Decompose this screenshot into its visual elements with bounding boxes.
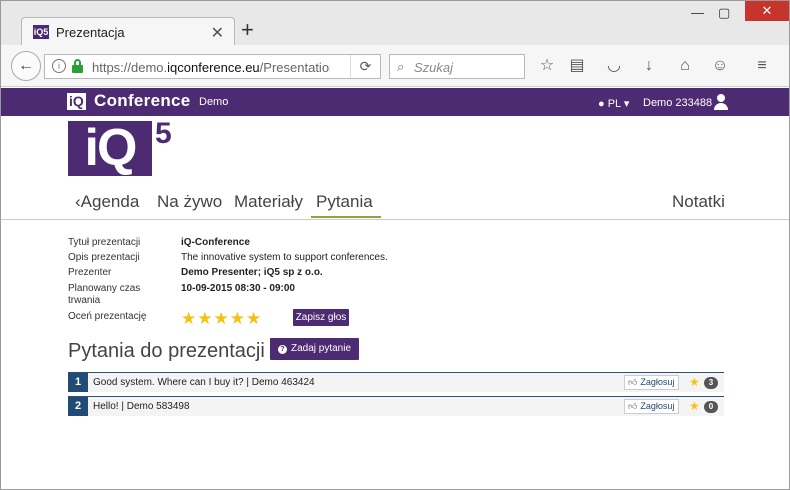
reading-list-icon[interactable]: ▤: [566, 56, 588, 76]
vote-button[interactable]: 👍︎ Zagłosuj: [624, 399, 680, 414]
brand-name[interactable]: Conference: [94, 91, 191, 111]
vote-count-badge: 0: [704, 401, 718, 413]
tab-agenda[interactable]: ‹Agenda: [75, 192, 139, 212]
event-logo: iQ: [68, 121, 152, 176]
tab-notes[interactable]: Notatki: [672, 192, 725, 212]
star-icon[interactable]: ☆: [536, 56, 558, 76]
search-box[interactable]: ⌕ Szukaj: [389, 54, 525, 79]
brand-demo-label: Demo: [199, 96, 229, 108]
planned-time-value: 10-09-2015 08:30 - 09:00: [181, 283, 295, 294]
presenter-value: Demo Presenter; iQ5 sp z o.o.: [181, 267, 323, 278]
title-bar: iQ5 Prezentacja ✕ + — ▢ ✕: [1, 1, 789, 47]
star-icon[interactable]: ★: [230, 310, 245, 327]
brand-logo-iq[interactable]: iQ: [67, 93, 86, 110]
question-row: 2 Hello! | Demo 583498 👍︎ Zagłosuj ★ 0: [68, 396, 724, 416]
description-value: The innovative system to support confere…: [181, 252, 388, 263]
title-value: iQ-Conference: [181, 237, 250, 248]
star-icon: ★: [689, 375, 700, 389]
star-icon[interactable]: ★: [197, 310, 212, 327]
tab-materials[interactable]: Materiały: [234, 192, 303, 212]
lock-icon: [72, 59, 83, 73]
vote-button[interactable]: 👍︎ Zagłosuj: [624, 375, 680, 390]
browser-toolbar: ← i https://demo.iqconference.eu/Present…: [1, 45, 789, 87]
tab-title: Prezentacja: [56, 25, 125, 40]
event-logo-sup: 5: [155, 117, 172, 150]
vote-count-badge: 3: [704, 377, 718, 389]
question-text: Hello! | Demo 583498: [93, 401, 190, 412]
browser-window: iQ5 Prezentacja ✕ + — ▢ ✕ ← i https://de…: [0, 0, 790, 490]
download-icon[interactable]: ↓: [638, 56, 660, 76]
tab-questions[interactable]: Pytania: [311, 192, 381, 218]
description-label: Opis prezentacji: [68, 252, 140, 263]
question-row: 1 Good system. Where can I buy it? | Dem…: [68, 372, 724, 392]
back-button[interactable]: ←: [11, 51, 41, 81]
question-number: 2: [68, 397, 88, 416]
site-header: iQ Conference Demo ● PL ▾ Demo 233488: [1, 88, 789, 116]
minimize-icon[interactable]: —: [691, 5, 704, 20]
user-name[interactable]: Demo 233488: [643, 97, 712, 109]
planned-time-label: Planowany czas: [68, 283, 141, 294]
thumbs-up-icon: 👍︎: [628, 377, 638, 387]
title-label: Tytuł prezentacji: [68, 237, 141, 248]
caret-down-icon: ▾: [623, 98, 630, 110]
close-window-icon[interactable]: ✕: [745, 1, 789, 21]
question-number: 1: [68, 373, 88, 392]
smiley-icon[interactable]: ☺: [709, 56, 731, 76]
star-icon[interactable]: ★: [214, 310, 229, 327]
star-icon[interactable]: ★: [246, 310, 261, 327]
questions-heading: Pytania do prezentacji: [68, 340, 265, 362]
question-text: Good system. Where can I buy it? | Demo …: [93, 377, 315, 388]
ask-question-button[interactable]: ? Zadaj pytanie: [270, 338, 359, 360]
search-placeholder: Szukaj: [414, 60, 454, 75]
page-tabs: ‹Agenda Na żywo Materiały Pytania Notatk…: [1, 188, 789, 220]
pocket-icon[interactable]: ◡: [603, 56, 625, 76]
star-icon[interactable]: ★: [181, 310, 196, 327]
favicon-icon: iQ5: [33, 25, 49, 39]
rating-stars: ★★★★★: [181, 310, 262, 329]
hamburger-menu-icon[interactable]: ≡: [751, 56, 773, 76]
browser-tab[interactable]: iQ5 Prezentacja ✕: [21, 17, 235, 47]
question-icon: ?: [277, 345, 287, 354]
search-icon: ⌕: [397, 59, 405, 74]
tab-live[interactable]: Na żywo: [157, 192, 222, 212]
close-tab-icon[interactable]: ✕: [211, 23, 224, 43]
rate-label: Oceń prezentację: [68, 311, 147, 322]
globe-icon: ●: [598, 98, 605, 110]
reload-icon[interactable]: ⟳: [350, 55, 380, 78]
thumbs-up-icon: 👍︎: [628, 401, 638, 411]
url-text[interactable]: https://demo.iqconference.eu/Presentatio…: [92, 60, 330, 75]
star-icon: ★: [689, 399, 700, 413]
info-icon[interactable]: i: [52, 59, 66, 73]
user-icon[interactable]: [714, 94, 728, 110]
presenter-label: Prezenter: [68, 267, 112, 278]
home-icon[interactable]: ⌂: [674, 56, 696, 76]
new-tab-icon[interactable]: +: [241, 18, 254, 42]
maximize-icon[interactable]: ▢: [718, 5, 730, 21]
language-selector[interactable]: ● PL ▾: [598, 97, 629, 110]
planned-time-label-2: trwania: [68, 295, 101, 306]
save-vote-button[interactable]: Zapisz głos: [293, 309, 349, 326]
url-bar[interactable]: i https://demo.iqconference.eu/Presentat…: [44, 54, 381, 79]
